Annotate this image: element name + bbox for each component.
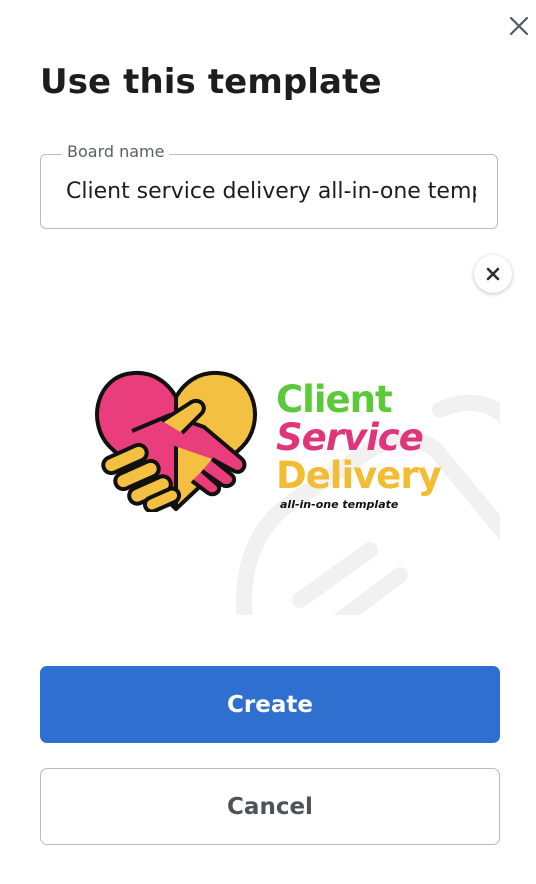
dialog-title: Use this template bbox=[40, 62, 382, 102]
use-template-dialog: Use this template Board name Client serv… bbox=[0, 0, 536, 884]
heart-handshake-logo bbox=[95, 370, 257, 512]
remove-image-button[interactable] bbox=[474, 255, 512, 293]
brand-line-service: Service bbox=[276, 416, 424, 459]
create-button[interactable]: Create bbox=[40, 666, 500, 743]
board-name-label: Board name bbox=[62, 140, 170, 164]
close-dialog-button[interactable] bbox=[505, 12, 533, 40]
close-icon bbox=[509, 16, 529, 36]
close-icon bbox=[486, 267, 500, 281]
brand-line-delivery: Delivery bbox=[276, 454, 442, 497]
cancel-button[interactable]: Cancel bbox=[40, 768, 500, 845]
template-cover-image: Client Service Delivery all-in-one templ… bbox=[40, 300, 500, 615]
brand-line-client: Client bbox=[276, 378, 393, 421]
board-name-input[interactable] bbox=[66, 174, 476, 208]
brand-tagline: all-in-one template bbox=[280, 498, 399, 511]
board-name-field: Board name bbox=[40, 140, 498, 229]
